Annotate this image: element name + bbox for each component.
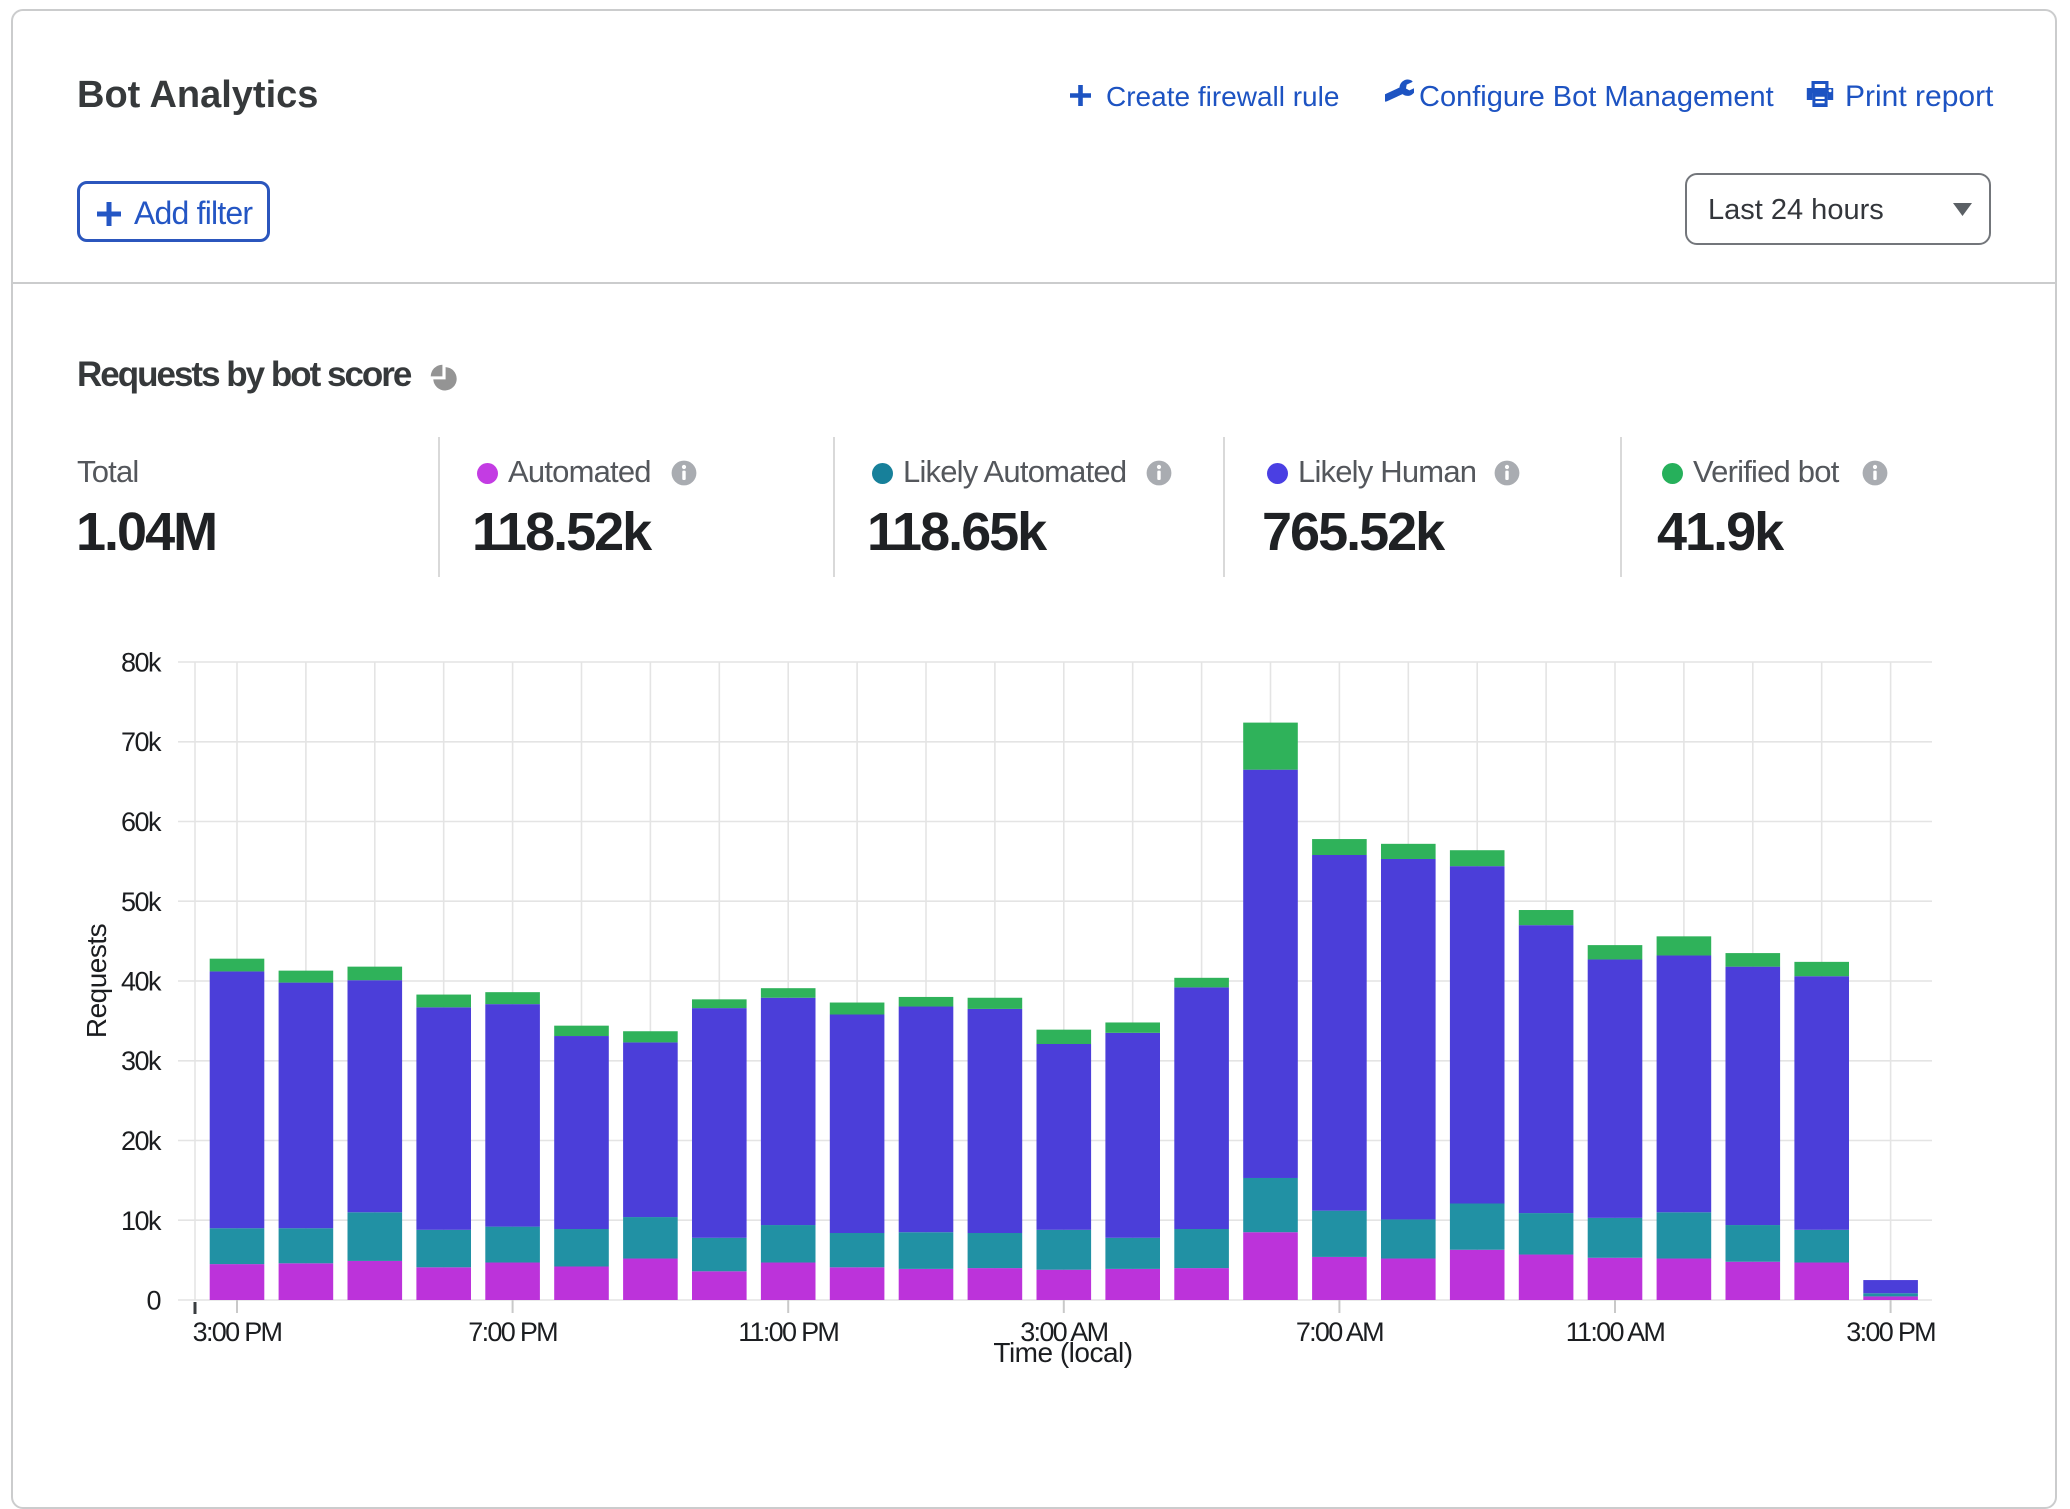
svg-text:7:00 AM: 7:00 AM	[1296, 1317, 1383, 1347]
svg-text:40k: 40k	[121, 967, 162, 997]
svg-text:80k: 80k	[121, 648, 162, 678]
svg-text:70k: 70k	[121, 727, 162, 757]
svg-text:60k: 60k	[121, 807, 162, 837]
svg-text:0: 0	[146, 1286, 160, 1316]
svg-text:50k: 50k	[121, 887, 162, 917]
svg-text:Requests: Requests	[81, 924, 112, 1038]
svg-text:20k: 20k	[121, 1126, 162, 1156]
svg-text:11:00 PM: 11:00 PM	[738, 1317, 838, 1347]
svg-text:11:00 AM: 11:00 AM	[1566, 1317, 1665, 1347]
svg-text:30k: 30k	[121, 1046, 162, 1076]
svg-text:Time (local): Time (local)	[993, 1337, 1132, 1368]
svg-text:7:00 PM: 7:00 PM	[468, 1317, 557, 1347]
svg-text:3:00 PM: 3:00 PM	[193, 1317, 282, 1347]
svg-text:3:00 PM: 3:00 PM	[1846, 1317, 1935, 1347]
svg-text:10k: 10k	[121, 1206, 162, 1236]
